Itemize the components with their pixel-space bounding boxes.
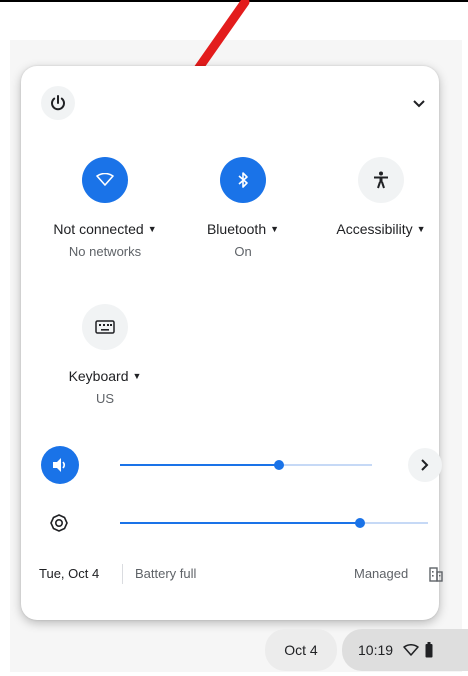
volume-icon <box>53 458 66 472</box>
caret-down-icon: ▼ <box>147 224 157 234</box>
brightness-slider-fill <box>120 522 361 524</box>
volume-slider-fill <box>120 464 279 466</box>
chevron-right-icon <box>421 459 429 471</box>
bluetooth-sublabel: On <box>234 244 252 259</box>
bluetooth-tile-label[interactable]: Bluetooth ▼ <box>183 221 303 237</box>
brightness-slider-thumb[interactable] <box>355 518 366 528</box>
wifi-icon <box>96 173 114 186</box>
battery-icon <box>425 642 433 658</box>
chevron-down-icon <box>413 100 425 108</box>
shelf-date[interactable]: Oct 4 <box>265 629 337 671</box>
keyboard-icon <box>95 320 115 334</box>
keyboard-toggle[interactable] <box>82 304 128 350</box>
volume-slider[interactable] <box>120 460 372 470</box>
enterprise-icon[interactable] <box>429 566 443 582</box>
wifi-label-text: Not connected <box>53 221 144 237</box>
wifi-sublabel: No networks <box>68 244 142 259</box>
wifi-toggle[interactable] <box>82 157 128 203</box>
caret-down-icon: ▼ <box>416 224 426 234</box>
quick-settings-panel: Not connected ▼ No networks Bluetooth ▼ On… <box>21 66 443 620</box>
power-button[interactable] <box>41 86 75 120</box>
keyboard-tile-label[interactable]: Keyboard ▼ <box>45 368 165 384</box>
bluetooth-icon <box>238 172 248 188</box>
bluetooth-label-text: Bluetooth <box>206 221 267 237</box>
accessibility-label-text: Accessibility <box>336 221 413 237</box>
managed-label[interactable]: Managed <box>354 566 408 581</box>
date-label[interactable]: Tue, Oct 4 <box>39 566 99 581</box>
volume-slider-thumb[interactable] <box>273 460 284 470</box>
bluetooth-toggle[interactable] <box>220 157 266 203</box>
audio-settings-button[interactable] <box>408 448 442 482</box>
power-icon <box>51 95 65 111</box>
shelf-time: 10:19 <box>358 642 394 658</box>
wifi-tile-label[interactable]: Not connected ▼ <box>45 221 165 237</box>
keyboard-sublabel: US <box>95 391 115 406</box>
battery-status[interactable]: Battery full <box>135 566 196 581</box>
caret-down-icon: ▼ <box>270 224 280 234</box>
accessibility-tile-label[interactable]: Accessibility ▼ <box>321 221 441 237</box>
keyboard-label-text: Keyboard <box>68 368 129 384</box>
collapse-button[interactable] <box>409 94 429 114</box>
footer-divider <box>122 564 123 584</box>
caret-down-icon: ▼ <box>132 371 142 381</box>
status-area-button[interactable]: 10:19 <box>342 629 468 671</box>
brightness-slider[interactable] <box>120 518 428 528</box>
brightness-indicator <box>44 508 74 538</box>
accessibility-icon <box>374 171 388 189</box>
accessibility-toggle[interactable] <box>358 157 404 203</box>
mute-toggle[interactable] <box>41 446 79 484</box>
brightness-icon <box>50 514 68 532</box>
wifi-icon <box>403 644 419 656</box>
